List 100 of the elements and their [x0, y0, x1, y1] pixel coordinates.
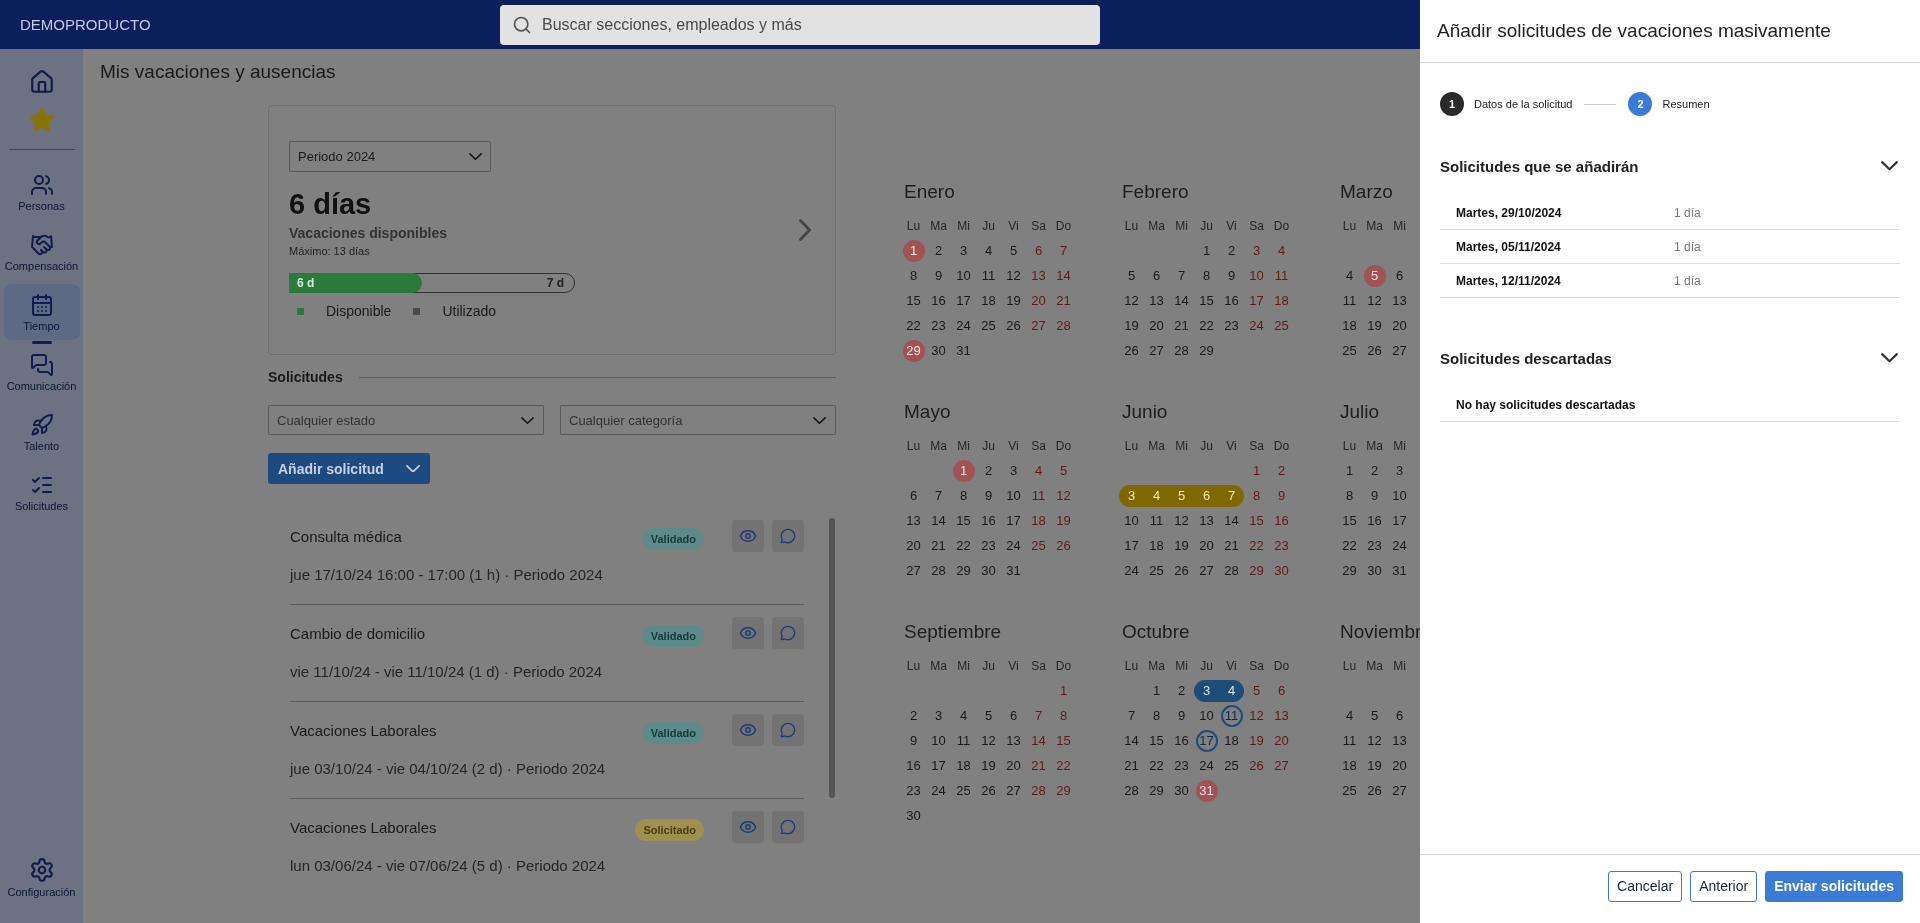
- calendar-day[interactable]: 22: [1144, 754, 1169, 777]
- calendar-day[interactable]: 18: [1337, 314, 1362, 337]
- calendar-day[interactable]: 16: [976, 509, 1001, 532]
- calendar-day[interactable]: 30: [1362, 559, 1387, 582]
- calendar-day[interactable]: 16: [901, 754, 926, 777]
- calendar-day[interactable]: 1: [1051, 679, 1076, 702]
- calendar-day[interactable]: 2: [1269, 459, 1294, 482]
- calendar-day[interactable]: 19: [1119, 314, 1144, 337]
- calendar-day[interactable]: 30: [1169, 779, 1194, 802]
- calendar-day[interactable]: 16: [1219, 289, 1244, 312]
- filter-select[interactable]: Cualquier estado: [268, 405, 544, 435]
- calendar-day[interactable]: 11: [1337, 289, 1362, 312]
- calendar-day[interactable]: 14: [1169, 289, 1194, 312]
- calendar-day[interactable]: 23: [926, 314, 951, 337]
- calendar-day[interactable]: 11: [1144, 509, 1169, 532]
- calendar-day[interactable]: 17: [1195, 729, 1218, 752]
- calendar-day[interactable]: 23: [901, 779, 926, 802]
- calendar-day[interactable]: 27: [1001, 779, 1026, 802]
- calendar-day[interactable]: 5: [1363, 264, 1386, 287]
- calendar-day[interactable]: 17: [951, 289, 976, 312]
- calendar-day[interactable]: 17: [1244, 289, 1269, 312]
- calendar-day[interactable]: 12: [1362, 729, 1387, 752]
- comment-button[interactable]: [772, 617, 804, 649]
- calendar-day[interactable]: 3: [926, 704, 951, 727]
- calendar-day[interactable]: 6: [1387, 264, 1412, 287]
- calendar-day[interactable]: 13: [901, 509, 926, 532]
- sidebar-item[interactable]: Compensación: [3, 224, 80, 280]
- calendar-day[interactable]: 23: [1169, 754, 1194, 777]
- period-select[interactable]: Periodo 2024: [289, 141, 491, 172]
- calendar-day[interactable]: 4: [1026, 459, 1051, 482]
- calendar-day[interactable]: 6: [1001, 704, 1026, 727]
- calendar-day[interactable]: 6: [1144, 264, 1169, 287]
- calendar-day[interactable]: 24: [1001, 534, 1026, 557]
- calendar-day[interactable]: 14: [1119, 729, 1144, 752]
- calendar-day[interactable]: 27: [1269, 754, 1294, 777]
- calendar-day[interactable]: 12: [1051, 484, 1076, 507]
- calendar-day[interactable]: 2: [1169, 679, 1194, 702]
- calendar-day[interactable]: 28: [1026, 779, 1051, 802]
- sidebar-item[interactable]: Talento: [3, 404, 80, 460]
- calendar-day[interactable]: 5: [1169, 484, 1194, 507]
- calendar-day[interactable]: 23: [1269, 534, 1294, 557]
- calendar-day[interactable]: 2: [901, 704, 926, 727]
- calendar-day[interactable]: 24: [1194, 754, 1219, 777]
- calendar-day[interactable]: 25: [1337, 779, 1362, 802]
- calendar-day[interactable]: 14: [1051, 264, 1076, 287]
- calendar-day[interactable]: 8: [1244, 484, 1269, 507]
- calendar-day[interactable]: 15: [1244, 509, 1269, 532]
- calendar-day[interactable]: 31: [951, 339, 976, 362]
- comment-button[interactable]: [772, 714, 804, 746]
- calendar-day[interactable]: 25: [1337, 339, 1362, 362]
- calendar-day[interactable]: 11: [976, 264, 1001, 287]
- chevron-down-icon[interactable]: [1881, 161, 1898, 171]
- search-field[interactable]: Buscar secciones, empleados y más: [500, 4, 1100, 45]
- calendar-day[interactable]: 3: [1001, 459, 1026, 482]
- calendar-day[interactable]: 11: [1026, 484, 1051, 507]
- calendar-day[interactable]: 10: [1119, 509, 1144, 532]
- calendar-day[interactable]: 7: [1169, 264, 1194, 287]
- calendar-day[interactable]: 2: [976, 459, 1001, 482]
- calendar-day[interactable]: 24: [1119, 559, 1144, 582]
- calendar-day[interactable]: 30: [1269, 559, 1294, 582]
- calendar-day[interactable]: 12: [976, 729, 1001, 752]
- calendar-day[interactable]: 17: [1119, 534, 1144, 557]
- chevron-right-icon[interactable]: [798, 219, 811, 241]
- calendar-day[interactable]: 23: [976, 534, 1001, 557]
- calendar-day[interactable]: 4: [951, 704, 976, 727]
- calendar-day[interactable]: 21: [1026, 754, 1051, 777]
- calendar-day[interactable]: 18: [1026, 509, 1051, 532]
- calendar-day[interactable]: 15: [1144, 729, 1169, 752]
- calendar-day[interactable]: 13: [1387, 289, 1412, 312]
- calendar-day[interactable]: 10: [1244, 264, 1269, 287]
- calendar-day[interactable]: 30: [901, 804, 926, 827]
- calendar-day[interactable]: 15: [951, 509, 976, 532]
- calendar-day[interactable]: 31: [1001, 559, 1026, 582]
- calendar-day[interactable]: 6: [1387, 704, 1412, 727]
- calendar-day[interactable]: 23: [1219, 314, 1244, 337]
- calendar-day[interactable]: 22: [1244, 534, 1269, 557]
- calendar-day[interactable]: 5: [976, 704, 1001, 727]
- calendar-day[interactable]: 7: [1026, 704, 1051, 727]
- calendar-day[interactable]: 22: [1051, 754, 1076, 777]
- calendar-day[interactable]: 10: [951, 264, 976, 287]
- calendar-day[interactable]: 15: [1051, 729, 1076, 752]
- calendar-day[interactable]: 26: [976, 779, 1001, 802]
- calendar-day[interactable]: 13: [1387, 729, 1412, 752]
- calendar-day[interactable]: 3: [1244, 239, 1269, 262]
- sidebar-item[interactable]: Solicitudes: [3, 464, 80, 520]
- calendar-day[interactable]: 26: [1362, 339, 1387, 362]
- calendar-day[interactable]: 2: [1219, 239, 1244, 262]
- calendar-day[interactable]: 20: [1026, 289, 1051, 312]
- calendar-day[interactable]: 1: [952, 459, 975, 482]
- sidebar-item[interactable]: Comunicación: [3, 344, 80, 400]
- calendar-day[interactable]: 25: [976, 314, 1001, 337]
- calendar-day[interactable]: 5: [1244, 679, 1269, 702]
- calendar-day[interactable]: 9: [1269, 484, 1294, 507]
- calendar-day[interactable]: 10: [926, 729, 951, 752]
- calendar-day[interactable]: 24: [926, 779, 951, 802]
- calendar-day[interactable]: 14: [926, 509, 951, 532]
- calendar-day[interactable]: 16: [1169, 729, 1194, 752]
- calendar-day[interactable]: 20: [1194, 534, 1219, 557]
- calendar-day[interactable]: 16: [1362, 509, 1387, 532]
- calendar-day[interactable]: 12: [1362, 289, 1387, 312]
